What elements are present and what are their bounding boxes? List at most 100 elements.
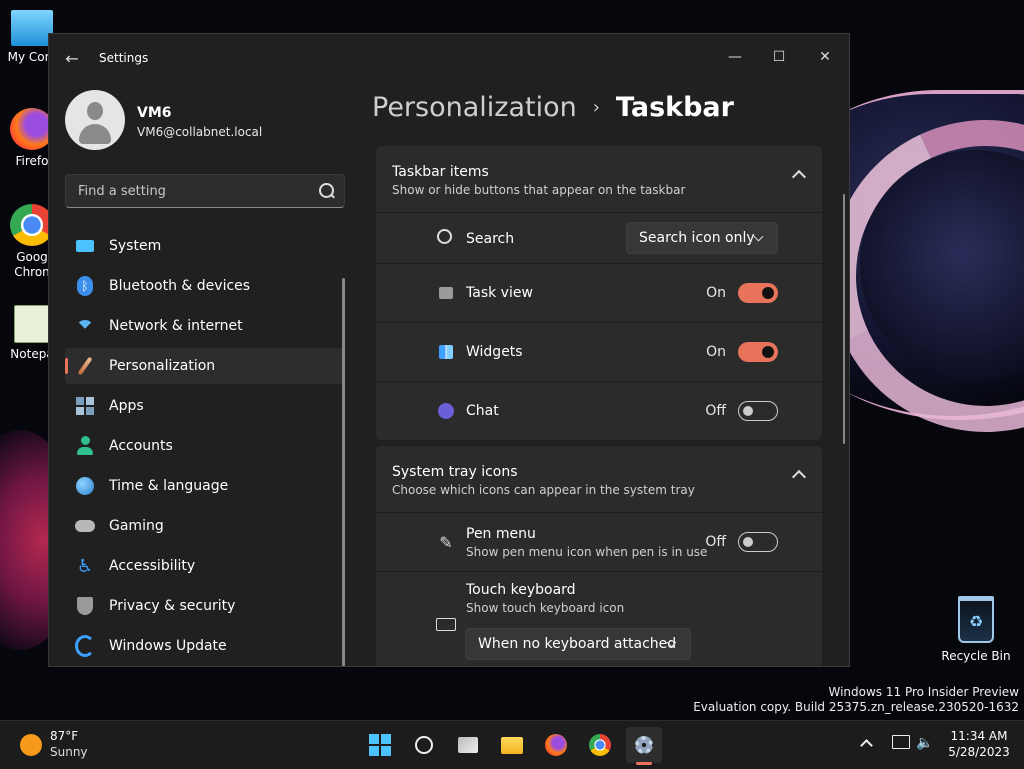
section-subtitle: Show or hide buttons that appear on the … <box>392 183 686 197</box>
sidebar-item-label: Windows Update <box>109 638 227 654</box>
widgets-toggle[interactable] <box>738 342 778 362</box>
row-label: Touch keyboard <box>466 582 576 598</box>
search-input[interactable] <box>76 175 310 207</box>
file-explorer-button[interactable] <box>494 727 530 763</box>
taskbar: 87°F Sunny 🔈 11:34 AM 5/28/2023 <box>0 720 1024 769</box>
toggle-state: On <box>706 344 726 360</box>
clock-date: 5/28/2023 <box>948 745 1010 759</box>
avatar-head <box>87 102 103 120</box>
firefox-icon <box>545 734 567 756</box>
windows-logo-icon <box>369 734 391 756</box>
desktop-icon-recycle-bin[interactable]: ♻ Recycle Bin <box>940 596 1012 663</box>
arrow-left-icon: ← <box>65 49 79 68</box>
pen-menu-row: ✎ Pen menu Show pen menu icon when pen i… <box>376 513 822 572</box>
weather-condition[interactable]: Sunny <box>50 745 88 759</box>
search-icon[interactable] <box>319 183 334 198</box>
sidebar-item-network[interactable]: Network & internet <box>65 308 343 344</box>
section-title: System tray icons <box>392 464 518 480</box>
content-scrollbar[interactable] <box>843 194 845 444</box>
row-label: Widgets <box>466 344 523 360</box>
volume-icon[interactable]: 🔈 <box>916 735 933 751</box>
desktop-icon-label: Firefo <box>15 154 49 168</box>
breadcrumb-parent[interactable]: Personalization <box>372 92 577 123</box>
toggle-state: Off <box>705 534 726 550</box>
sidebar-item-accessibility[interactable]: ♿ Accessibility <box>65 548 343 584</box>
sidebar-item-windows-update[interactable]: Windows Update <box>65 628 343 664</box>
desktop-icon-label: Goog Chron <box>14 250 50 279</box>
widgets-icon <box>436 342 456 362</box>
row-label: Chat <box>466 403 499 419</box>
nav-list: System ᛒ Bluetooth & devices Network & i… <box>65 228 343 666</box>
task-view-button[interactable] <box>450 727 486 763</box>
sidebar-item-gaming[interactable]: Gaming <box>65 508 343 544</box>
sidebar-item-apps[interactable]: Apps <box>65 388 343 424</box>
accessibility-icon: ♿ <box>76 555 94 577</box>
weather-sun-icon[interactable] <box>20 734 42 756</box>
start-button[interactable] <box>362 727 398 763</box>
network-icon[interactable] <box>892 735 910 753</box>
shield-icon <box>75 596 95 616</box>
breadcrumb-separator: › <box>592 97 600 118</box>
task-view-toggle[interactable] <box>738 283 778 303</box>
close-button[interactable]: ✕ <box>803 42 847 72</box>
chrome-taskbar-button[interactable] <box>582 727 618 763</box>
apps-icon <box>75 396 95 416</box>
window-title: Settings <box>99 51 149 65</box>
minimize-button[interactable]: — <box>713 42 757 72</box>
chevron-down-icon <box>753 231 764 242</box>
bluetooth-icon: ᛒ <box>75 276 95 296</box>
clock[interactable]: 11:34 AM 5/28/2023 <box>946 728 1012 760</box>
sidebar-item-label: Privacy & security <box>109 598 236 614</box>
settings-taskbar-button[interactable] <box>626 727 662 765</box>
main-content: Personalization › Taskbar Taskbar items … <box>359 82 849 666</box>
touch-keyboard-dropdown[interactable]: When no keyboard attached <box>465 628 691 660</box>
touch-keyboard-row: Touch keyboard Show touch keyboard icon … <box>376 572 822 666</box>
sidebar-item-personalization[interactable]: Personalization <box>65 348 343 384</box>
sidebar-item-bluetooth[interactable]: ᛒ Bluetooth & devices <box>65 268 343 304</box>
chevron-up-icon[interactable] <box>791 469 807 485</box>
sidebar-scrollbar[interactable] <box>342 278 345 666</box>
toggle-state: On <box>706 285 726 301</box>
task-view-row: Task view On <box>376 264 822 323</box>
taskbar-search-button[interactable] <box>406 727 442 763</box>
pen-menu-toggle[interactable] <box>738 532 778 552</box>
chat-toggle[interactable] <box>738 401 778 421</box>
sidebar-item-label: Gaming <box>109 518 164 534</box>
sidebar-item-privacy[interactable]: Privacy & security <box>65 588 343 624</box>
sidebar-item-time-language[interactable]: Time & language <box>65 468 343 504</box>
search-icon <box>415 736 433 754</box>
avatar[interactable] <box>65 90 125 150</box>
sidebar-item-label: Accessibility <box>109 558 196 574</box>
sidebar-item-accounts[interactable]: Accounts <box>65 428 343 464</box>
system-tray-section: System tray icons Choose which icons can… <box>376 446 822 666</box>
page-title: Taskbar <box>615 92 734 123</box>
widgets-row: Widgets On <box>376 323 822 382</box>
back-button[interactable]: ← <box>61 48 83 70</box>
show-hidden-icons-button[interactable] <box>860 735 873 754</box>
taskbar-items-section: Taskbar items Show or hide buttons that … <box>376 146 822 440</box>
maximize-button[interactable]: ☐ <box>757 42 801 72</box>
search-box[interactable] <box>65 174 345 208</box>
row-description: Show touch keyboard icon <box>466 601 625 615</box>
dropdown-value: Search icon only <box>639 230 755 246</box>
row-label: Task view <box>466 285 533 301</box>
system-tray-header[interactable]: System tray icons Choose which icons can… <box>376 446 822 513</box>
computer-icon <box>11 10 53 46</box>
gamepad-icon <box>75 516 95 536</box>
chevron-up-icon[interactable] <box>791 169 807 185</box>
weather-temperature[interactable]: 87°F <box>50 729 78 743</box>
section-title: Taskbar items <box>392 164 489 180</box>
task-view-icon <box>436 283 456 303</box>
update-icon <box>75 635 95 657</box>
user-email: VM6@collabnet.local <box>137 125 263 139</box>
search-icon <box>436 228 456 248</box>
taskbar-items-header[interactable]: Taskbar items Show or hide buttons that … <box>376 146 822 213</box>
title-bar[interactable]: ← Settings — ☐ ✕ <box>49 34 849 82</box>
chat-icon <box>436 401 456 421</box>
search-mode-dropdown[interactable]: Search icon only <box>626 222 778 254</box>
user-name: VM6 <box>137 105 172 121</box>
wifi-icon <box>75 316 95 338</box>
sidebar-item-system[interactable]: System <box>65 228 343 264</box>
evaluation-watermark: Windows 11 Pro Insider Preview Evaluatio… <box>693 685 1019 715</box>
firefox-taskbar-button[interactable] <box>538 727 574 763</box>
